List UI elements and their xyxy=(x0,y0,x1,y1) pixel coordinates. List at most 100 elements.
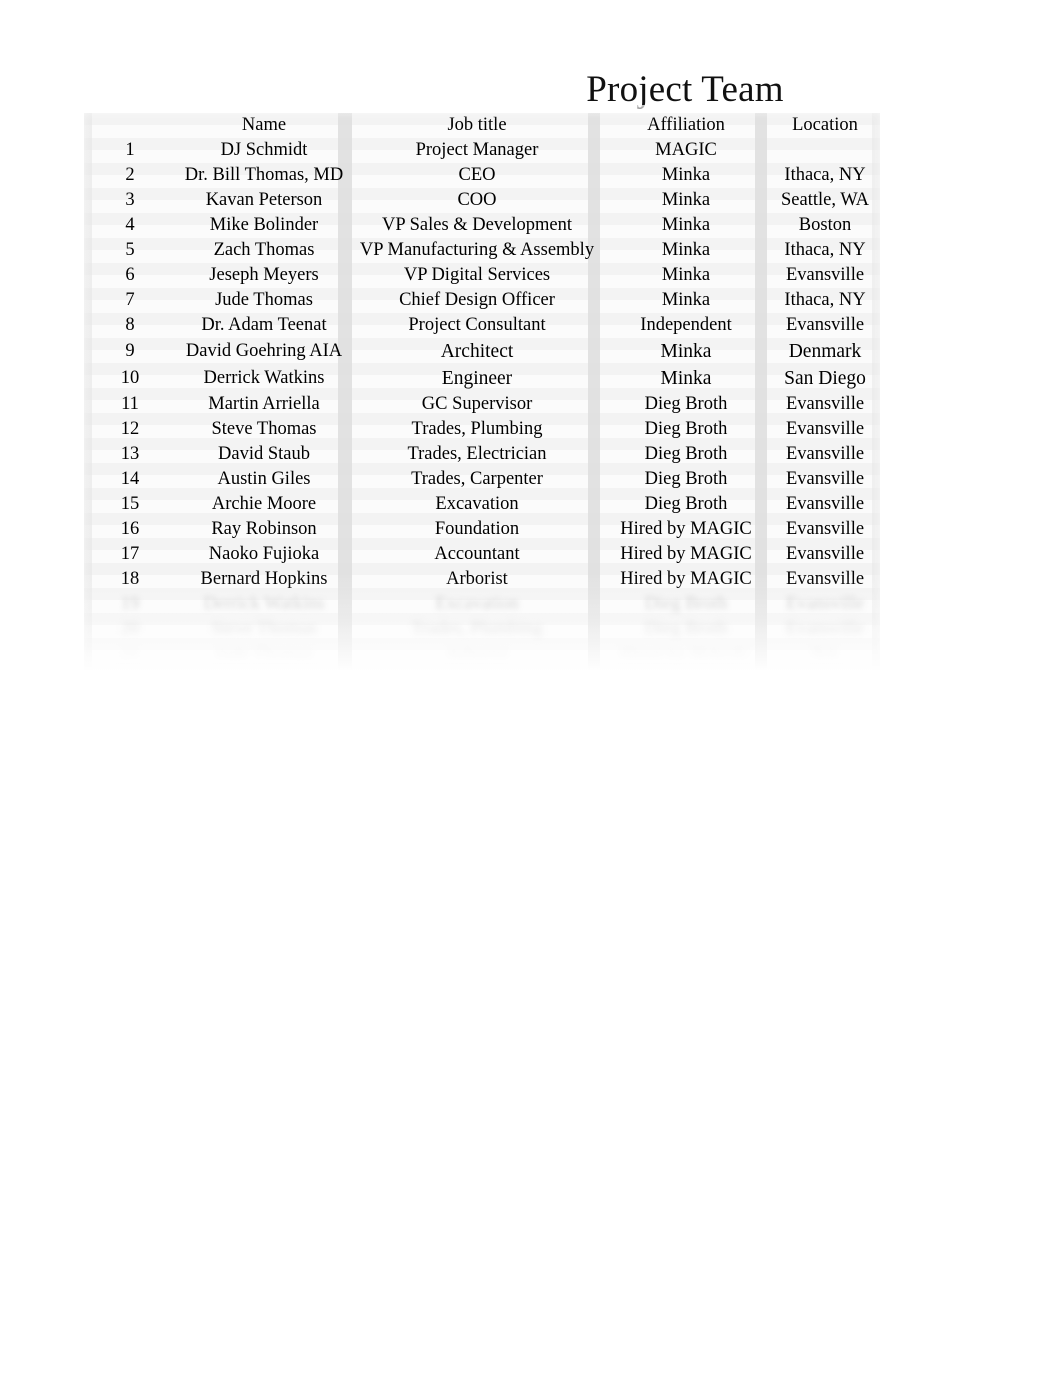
cell-affiliation: Hired by MAGIC xyxy=(620,644,752,664)
table-row: 10 Derrick Watkins Engineer Minka San Diego xyxy=(84,365,880,392)
table-row: 8 Dr. Adam Teenat Project Consultant Indepe… xyxy=(84,313,880,338)
cell-name: Steve Thomas xyxy=(211,419,317,439)
cell-index: 5 xyxy=(125,240,135,260)
cell-location: NA xyxy=(811,644,839,664)
cell-affiliation: Dieg Broth xyxy=(644,494,728,514)
cell-name: Zach Thomas xyxy=(213,240,315,260)
page-title: Project Team xyxy=(586,69,784,110)
cell-job-title: Architect xyxy=(440,341,514,362)
cell-affiliation: MAGIC xyxy=(655,140,717,160)
cell-job-title: CEO xyxy=(458,165,496,185)
table-row: 12 Steve Thomas Trades, Plumbing Dieg Broth… xyxy=(84,417,880,442)
cell-index: 16 xyxy=(120,519,140,539)
cell-name: Dr. Bill Thomas, MD xyxy=(184,165,344,185)
cell-location: Evansville xyxy=(785,315,865,335)
table-row: 7 Jude Thomas Chief Design Officer Minka Ith… xyxy=(84,288,880,313)
cell-job-title: Trades, Plumbing xyxy=(411,419,543,439)
cell-index: 17 xyxy=(120,544,140,564)
cell-index: 11 xyxy=(121,394,139,414)
table-row: 1 DJ Schmidt Project Manager MAGIC xyxy=(84,138,880,163)
cell-index: 14 xyxy=(120,469,140,489)
cell-affiliation: Dieg Broth xyxy=(644,394,728,414)
cell-name: Derrick Watkins xyxy=(203,368,325,388)
cell-location: Seattle, WA xyxy=(780,190,870,210)
cell-name: Mike Bolinder xyxy=(209,215,319,235)
cell-job-title: Project Manager xyxy=(415,140,539,160)
column-header-affiliation: Affiliation xyxy=(647,115,725,135)
cell-location: Evansville xyxy=(785,569,865,589)
cell-index: 15 xyxy=(120,494,140,514)
cell-affiliation: Minka xyxy=(661,240,711,260)
cell-affiliation: Minka xyxy=(661,290,711,310)
cell-index: 12 xyxy=(120,419,140,439)
cell-job-title: COO xyxy=(457,190,497,210)
cell-index: 4 xyxy=(125,215,135,235)
cell-job-title: Chief Design Officer xyxy=(399,290,555,310)
cell-location: Evansville xyxy=(785,469,865,489)
table-row: 3 Kavan Peterson COO Minka Seattle, WA xyxy=(84,188,880,213)
project-team-table-wrapper: Name Job title Affiliation Location 1 DJ … xyxy=(84,113,880,672)
cell-index: 13 xyxy=(120,444,140,464)
table-header-row: Name Job title Affiliation Location xyxy=(84,113,880,138)
cell-index: 10 xyxy=(120,368,140,388)
cell-job-title: Arborist xyxy=(446,569,508,589)
cell-name: Martin Arriella xyxy=(208,394,320,414)
table-header: Name Job title Affiliation Location xyxy=(84,113,880,138)
cell-location: Evansville xyxy=(785,444,865,464)
cell-location: Boston xyxy=(798,215,852,235)
table-row: 16 Ray Robinson Foundation Hired by MAGIC Ev… xyxy=(84,517,880,542)
cell-job-title: Engineer xyxy=(441,368,513,389)
cell-name: David Goehring AIA xyxy=(185,341,343,361)
table-row-faded: 21 Jude Thomas Arborist Hired by MAGIC NA xyxy=(84,642,880,667)
column-header-job-title: Job title xyxy=(447,115,507,135)
cell-affiliation: Dieg Broth xyxy=(644,469,728,489)
cell-location: Ithaca, NY xyxy=(784,165,866,185)
cell-job-title: VP Manufacturing & Assembly xyxy=(359,240,595,260)
cell-name: Jeseph Meyers xyxy=(209,265,319,285)
cell-name: Bernard Hopkins xyxy=(200,569,328,589)
table-row-faded: 20 Steve Thomas Trades, Plumbing Dieg Broth… xyxy=(84,617,880,642)
cell-affiliation: Dieg Broth xyxy=(644,594,728,614)
cell-name: Derrick Watkins xyxy=(203,594,325,614)
cell-location: Ithaca, NY xyxy=(784,240,866,260)
cell-affiliation: Minka xyxy=(661,215,711,235)
cell-job-title: Trades, Electrician xyxy=(407,444,547,464)
cell-job-title: Trades, Plumbing xyxy=(411,619,543,639)
table-row: 18 Bernard Hopkins Arborist Hired by MAGIC E… xyxy=(84,567,880,592)
cell-name: Kavan Peterson xyxy=(205,190,323,210)
cell-job-title: Arborist xyxy=(446,644,508,664)
cell-affiliation: Hired by MAGIC xyxy=(620,569,752,589)
table-row: 14 Austin Giles Trades, Carpenter Dieg Brot… xyxy=(84,467,880,492)
cell-job-title: Accountant xyxy=(434,544,520,564)
table-row: 2 Dr. Bill Thomas, MD CEO Minka Ithaca, NY xyxy=(84,163,880,188)
cell-affiliation: Independent xyxy=(640,315,732,335)
cell-affiliation: Hired by MAGIC xyxy=(620,519,752,539)
cell-location: Denmark xyxy=(788,341,862,362)
cell-name: DJ Schmidt xyxy=(220,140,308,160)
cell-location: Evansville xyxy=(785,419,865,439)
cell-job-title: VP Digital Services xyxy=(403,265,551,285)
cell-name: Ray Robinson xyxy=(211,519,317,539)
cell-name: David Staub xyxy=(218,444,310,464)
cell-name: Naoko Fujioka xyxy=(208,544,320,564)
cell-name: Austin Giles xyxy=(217,469,311,489)
cell-job-title: Project Consultant xyxy=(408,315,546,335)
cell-affiliation: Dieg Broth xyxy=(644,444,728,464)
cell-location: San Diego xyxy=(784,368,866,389)
cell-index: 7 xyxy=(125,290,135,310)
cell-index: 6 xyxy=(125,265,135,285)
cell-name: Archie Moore xyxy=(211,494,317,514)
cell-name: Dr. Adam Teenat xyxy=(201,315,327,335)
cell-index: 1 xyxy=(125,140,135,160)
cell-affiliation: Dieg Broth xyxy=(644,419,728,439)
table-row: 11 Martin Arriella GC Supervisor Dieg Broth… xyxy=(84,392,880,417)
cell-location: Evansville xyxy=(785,265,865,285)
table-row: 13 David Staub Trades, Electrician Dieg Bro… xyxy=(84,442,880,467)
cell-job-title: GC Supervisor xyxy=(421,394,533,414)
cell-job-title: Excavation xyxy=(435,494,519,514)
project-team-table: Name Job title Affiliation Location 1 DJ … xyxy=(84,113,880,667)
cell-affiliation: Minka xyxy=(660,368,712,389)
cell-location: Ithaca, NY xyxy=(784,290,866,310)
table-row: 17 Naoko Fujioka Accountant Hired by MAGIC E… xyxy=(84,542,880,567)
cell-location: Evansville xyxy=(785,494,865,514)
